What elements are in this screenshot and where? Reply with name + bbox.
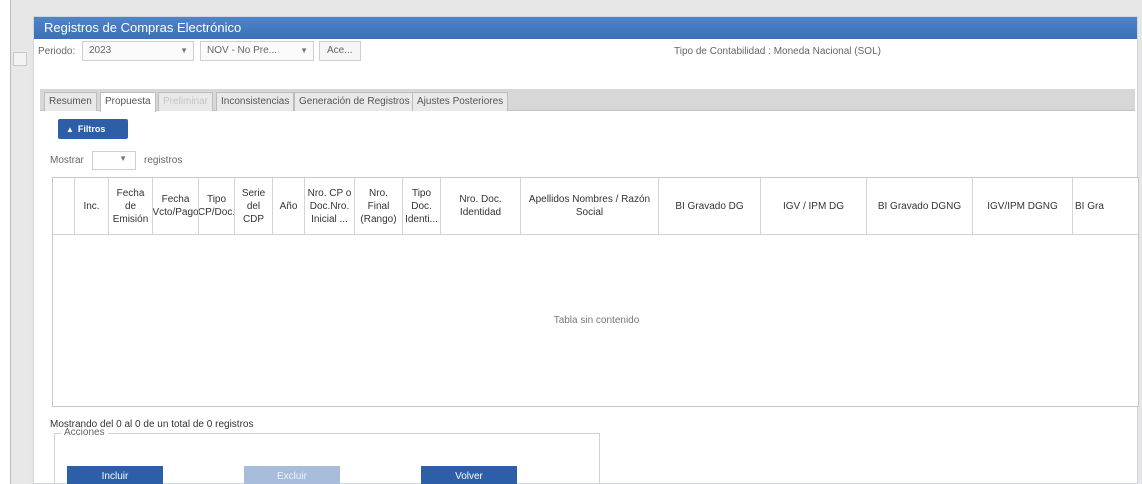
period-toolbar: Periodo: 2023 ▼ NOV - No Pre... ▼ Ace...… [34, 41, 1137, 67]
year-value: 2023 [89, 45, 112, 56]
column-header-inc[interactable]: Inc. [75, 178, 109, 234]
main-panel: Registros de Compras Electrónico Periodo… [33, 16, 1139, 484]
column-header-serie-cdp[interactable]: Serie del CDP [235, 178, 273, 234]
tab-resumen[interactable]: Resumen [44, 92, 97, 111]
empty-table-message: Tabla sin contenido [53, 234, 1138, 406]
year-select[interactable]: 2023 ▼ [82, 41, 194, 61]
panel-title: Registros de Compras Electrónico [34, 17, 1137, 39]
acciones-legend: Acciones [61, 427, 108, 438]
chevron-down-icon: ▼ [180, 46, 188, 55]
tab-bar: Resumen Propuesta Preliminar Inconsisten… [40, 89, 1135, 112]
column-header-nro-cp[interactable]: Nro. CP o Doc.Nro. Inicial ... [305, 178, 355, 234]
column-header-tipo-doc-identidad[interactable]: Tipo Doc. Identi... [403, 178, 441, 234]
periodo-label: Periodo: [38, 46, 76, 57]
tab-ajustes-posteriores[interactable]: Ajustes Posteriores [412, 92, 509, 111]
column-header-nro-doc-identidad[interactable]: Nro. Doc. Identidad [441, 178, 521, 234]
acciones-group: Acciones Incluir Excluir Volver [54, 427, 600, 484]
column-header-nro-final[interactable]: Nro. Final (Rango) [355, 178, 403, 234]
column-header-igv-ipm-dgng[interactable]: IGV/IPM DGNG [973, 178, 1073, 234]
month-value: NOV - No Pre... [207, 45, 278, 56]
column-header-select[interactable] [53, 178, 75, 234]
table-header: Inc. Fecha de Emisión Fecha Vcto/Pago Ti… [53, 178, 1133, 234]
excluir-button: Excluir [244, 466, 340, 484]
column-header-bi-gravado-truncated[interactable]: BI Gra [1073, 178, 1133, 234]
column-header-fecha-vcto[interactable]: Fecha Vcto/Pago [153, 178, 199, 234]
filtros-label: Filtros [77, 124, 106, 134]
chevron-down-icon: ▼ [119, 154, 127, 163]
page-size-select[interactable]: ▼ [92, 151, 136, 170]
filtros-button[interactable]: ▲ Filtros [58, 119, 128, 139]
tab-generacion-registros[interactable]: Generación de Registros [294, 92, 415, 111]
column-header-bi-gravado-dgng[interactable]: BI Gravado DGNG [867, 178, 973, 234]
tipo-contabilidad: Tipo de Contabilidad : Moneda Nacional (… [674, 46, 881, 57]
column-header-fecha-emision[interactable]: Fecha de Emisión [109, 178, 153, 234]
tab-inconsistencias[interactable]: Inconsistencias [216, 92, 295, 111]
column-header-razon-social[interactable]: Apellidos Nombres / Razón Social [521, 178, 659, 234]
incluir-button[interactable]: Incluir [67, 466, 163, 484]
column-header-tipo-cp[interactable]: Tipo CP/Doc. [199, 178, 235, 234]
registros-label: registros [144, 155, 183, 166]
column-header-anio[interactable]: Año [273, 178, 305, 234]
volver-button[interactable]: Volver [421, 466, 517, 484]
tab-propuesta[interactable]: Propuesta [100, 92, 156, 112]
left-collapse-strip [12, 50, 30, 484]
column-header-bi-gravado-dg[interactable]: BI Gravado DG [659, 178, 761, 234]
collapse-handle[interactable] [13, 52, 27, 66]
ace-button[interactable]: Ace... [319, 41, 361, 61]
column-header-igv-ipm-dg[interactable]: IGV / IPM DG [761, 178, 867, 234]
records-table: Inc. Fecha de Emisión Fecha Vcto/Pago Ti… [52, 177, 1139, 407]
month-select[interactable]: NOV - No Pre... ▼ [200, 41, 314, 61]
chevron-down-icon: ▼ [300, 46, 308, 55]
triangle-up-icon: ▲ [66, 125, 74, 134]
tab-preliminar: Preliminar [158, 92, 214, 111]
mostrar-label: Mostrar [50, 155, 84, 166]
